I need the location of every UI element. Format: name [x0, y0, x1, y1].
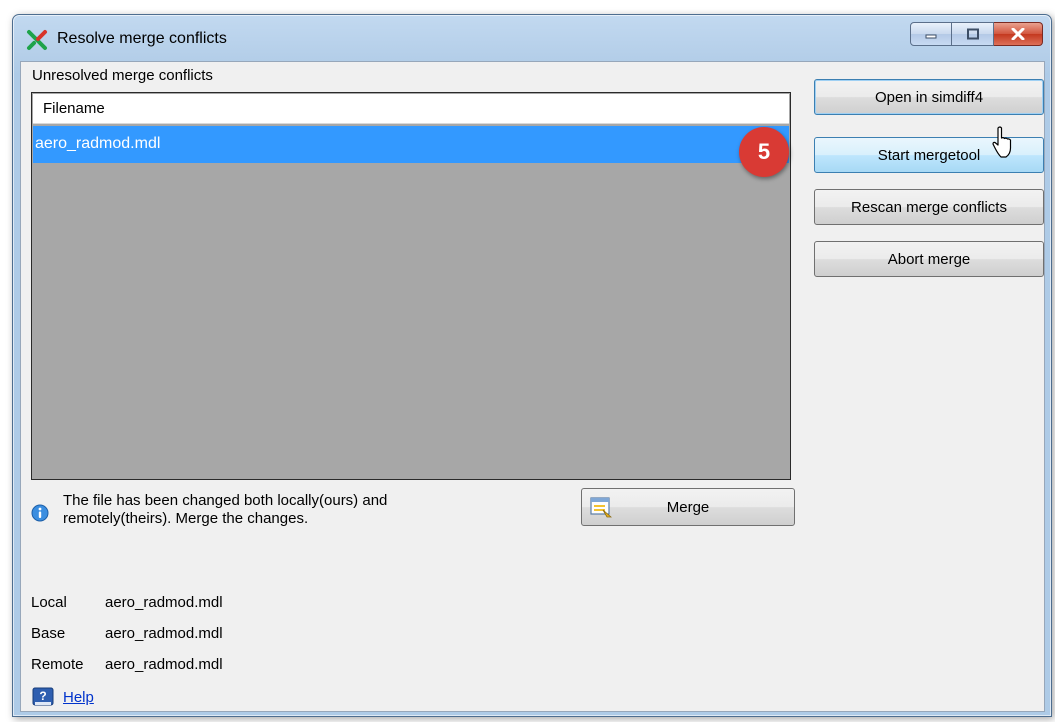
minimize-button[interactable]	[910, 22, 952, 46]
caption-buttons	[910, 22, 1043, 46]
local-value: aero_radmod.mdl	[105, 594, 223, 611]
info-line-1: The file has been changed both locally(o…	[63, 492, 388, 509]
list-item-filename: aero_radmod.mdl	[35, 135, 161, 152]
close-button[interactable]	[994, 22, 1043, 46]
dialog-body: Unresolved merge conflicts Filename aero…	[20, 61, 1045, 712]
help-book-icon[interactable]: ?	[32, 687, 54, 707]
mouse-pointer-icon	[992, 126, 1012, 158]
unresolved-conflicts-label: Unresolved merge conflicts	[32, 67, 213, 84]
close-icon	[1011, 28, 1025, 40]
base-label: Base	[31, 625, 66, 642]
info-icon	[31, 504, 49, 522]
open-in-simdiff4-button[interactable]: Open in simdiff4	[814, 79, 1044, 115]
step-number-badge: 5	[739, 127, 789, 177]
maximize-icon	[966, 28, 979, 40]
list-item[interactable]: aero_radmod.mdl	[33, 126, 789, 163]
local-label: Local	[31, 594, 67, 611]
info-line-2: remotely(theirs). Merge the changes.	[63, 510, 309, 527]
maximize-button[interactable]	[952, 22, 994, 46]
svg-text:?: ?	[39, 689, 46, 703]
merge-button[interactable]: Merge	[581, 488, 795, 526]
merge-x-icon	[27, 30, 47, 50]
remote-value: aero_radmod.mdl	[105, 656, 223, 673]
base-value: aero_radmod.mdl	[105, 625, 223, 642]
conflict-info-message: The file has been changed both locally(o…	[63, 492, 533, 528]
resolve-merge-conflicts-dialog: Resolve merge conflicts Unresolved merge…	[12, 14, 1052, 717]
help-link[interactable]: Help	[63, 689, 94, 706]
merge-document-icon	[590, 497, 612, 518]
rescan-merge-conflicts-button[interactable]: Rescan merge conflicts	[814, 189, 1044, 225]
title-bar[interactable]: Resolve merge conflicts	[13, 15, 1051, 63]
column-header-filename[interactable]: Filename	[43, 100, 105, 117]
merge-button-label: Merge	[666, 498, 710, 516]
list-header: Filename	[33, 94, 789, 124]
abort-merge-button[interactable]: Abort merge	[814, 241, 1044, 277]
window-title: Resolve merge conflicts	[57, 30, 227, 47]
conflicts-list[interactable]: Filename aero_radmod.mdl	[31, 92, 791, 480]
minimize-icon	[925, 34, 937, 39]
remote-label: Remote	[31, 656, 84, 673]
